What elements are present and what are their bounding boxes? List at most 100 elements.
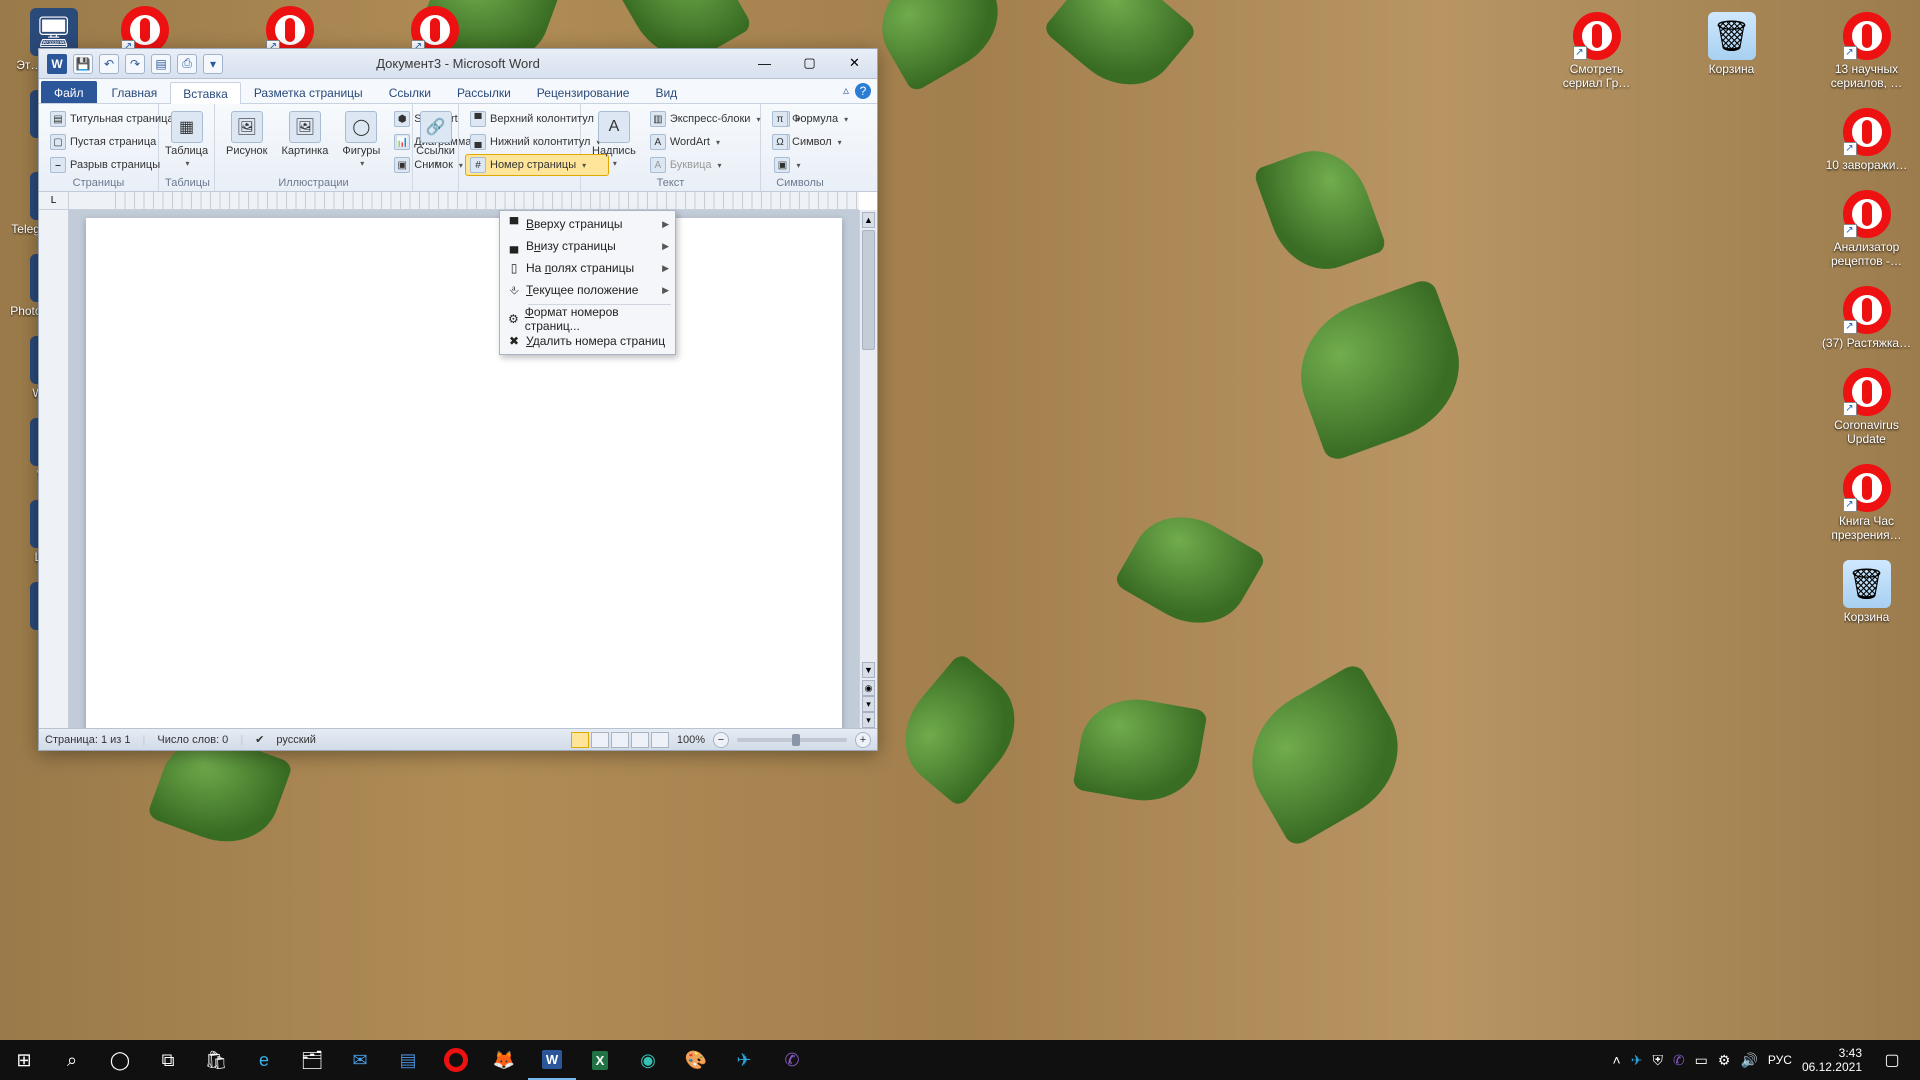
qat-new-button[interactable]: ▤ [151,54,171,74]
tab-review[interactable]: Рецензирование [524,81,643,103]
titlebar[interactable]: W 💾 ↶ ↷ ▤ ⎙ ▾ Документ3 - Microsoft Word… [39,49,877,79]
taskbar-word[interactable]: W [528,1040,576,1080]
prev-page-button[interactable]: ◉ [862,680,875,696]
task-view-button[interactable]: ⧉ [144,1040,192,1080]
tab-page-layout[interactable]: Разметка страницы [241,81,376,103]
close-button[interactable]: ✕ [832,49,877,77]
table-button[interactable]: ▦Таблица▾ [160,108,213,171]
qat-save-button[interactable]: 💾 [73,54,93,74]
tray-volume-icon[interactable]: 🔊 [1740,1052,1757,1069]
taskbar-mail[interactable]: ✉ [336,1040,384,1080]
desktop-icon-watch-serial[interactable]: ↗Смотреть сериал Гр… [1552,12,1642,90]
ruler-tab-selector[interactable]: L [39,192,69,210]
quickparts-button[interactable]: ▥Экспресс-блоки▾ [645,108,766,130]
desktop-icon-recycle-bin-2[interactable]: 🗑Корзина [1822,560,1912,624]
next-page-button[interactable]: ▾ [862,712,875,728]
taskbar-app1[interactable]: ▤ [384,1040,432,1080]
vertical-ruler[interactable] [39,210,69,728]
taskbar-telegram[interactable]: ✈ [720,1040,768,1080]
taskbar-store[interactable]: 🛍 [192,1040,240,1080]
zoom-level[interactable]: 100% [677,734,705,746]
tray-overflow-icon[interactable]: ˄ [1613,1052,1621,1068]
minimize-button[interactable]: — [742,49,787,77]
browse-object-button[interactable]: ▾ [862,696,875,712]
qat-undo-button[interactable]: ↶ [99,54,119,74]
view-draft[interactable] [651,732,669,748]
view-web-layout[interactable] [611,732,629,748]
menu-bottom-of-page[interactable]: ▄Внизу страницы▶ [502,235,673,257]
qat-print-button[interactable]: ⎙ [177,54,197,74]
horizontal-ruler[interactable] [69,192,859,210]
tab-home[interactable]: Главная [99,81,171,103]
tray-language[interactable]: РУС [1768,1053,1792,1067]
tab-references[interactable]: Ссылки [376,81,444,103]
zoom-slider[interactable] [737,738,847,742]
picture-button[interactable]: 🖼Рисунок [221,108,273,160]
quick-access-toolbar: W 💾 ↶ ↷ ▤ ⎙ ▾ [39,54,231,74]
taskbar-opera[interactable] [432,1040,480,1080]
tray-viber-icon[interactable]: ✆ [1673,1052,1685,1069]
tray-battery-icon[interactable]: ▭ [1695,1052,1708,1069]
desktop-icon-kniga[interactable]: ↗Книга Час презрения… [1822,464,1912,542]
scroll-up-button[interactable]: ▲ [862,212,875,228]
taskbar-ie[interactable]: e [240,1040,288,1080]
menu-page-margins[interactable]: ▯На полях страницы▶ [502,257,673,279]
qat-customize-button[interactable]: ▾ [203,54,223,74]
scroll-thumb[interactable] [862,230,875,350]
scroll-down-button[interactable]: ▼ [862,662,875,678]
tray-security-icon[interactable]: ⛨ [1652,1052,1663,1069]
tab-file[interactable]: Файл [41,81,97,103]
view-fullscreen-reading[interactable] [591,732,609,748]
document-viewport[interactable] [69,210,859,728]
help-button[interactable]: ? [855,83,871,99]
taskbar-paint[interactable]: 🎨 [672,1040,720,1080]
tab-insert[interactable]: Вставка [170,82,241,104]
textbox-button[interactable]: AНадпись▾ [587,108,641,171]
tray-network-icon[interactable]: ⚙ [1718,1052,1731,1069]
zoom-out-button[interactable]: − [713,732,729,748]
action-center-button[interactable]: ▢ [1872,1040,1912,1080]
taskbar-excel[interactable]: X [576,1040,624,1080]
symbol-button[interactable]: ΩСимвол▾ [767,131,853,153]
desktop-icon-recycle-bin[interactable]: 🗑Корзина [1687,12,1777,76]
view-print-layout[interactable] [571,732,589,748]
desktop-icon-13-sci[interactable]: ↗13 научных сериалов, … [1822,12,1912,90]
wordart-button[interactable]: AWordArt▾ [645,131,766,153]
search-button[interactable]: ⌕ [48,1040,96,1080]
menu-format-page-numbers[interactable]: ⚙Формат номеров страниц... [502,308,673,330]
tab-view[interactable]: Вид [642,81,690,103]
taskbar-edge[interactable]: ◉ [624,1040,672,1080]
group-label-headerfooter [465,189,574,191]
links-button[interactable]: 🔗Ссылки▾ [411,108,460,171]
status-page[interactable]: Страница: 1 из 1 [45,734,131,746]
status-language[interactable]: русский [276,734,315,746]
menu-top-of-page[interactable]: ▀Вверху страницы▶ [502,213,673,235]
qat-redo-button[interactable]: ↷ [125,54,145,74]
desktop-icon-10-zav[interactable]: ↗10 заворажи… [1822,108,1912,172]
tray-clock[interactable]: 3:43 06.12.2021 [1802,1046,1862,1074]
cortana-button[interactable]: ◯ [96,1040,144,1080]
vertical-scrollbar[interactable]: ▲ ▼ ◉ ▾ ▾ [859,210,877,728]
desktop-icon-corona[interactable]: ↗Coronavirus Update [1822,368,1912,446]
status-spellcheck-icon[interactable]: ✔ [255,733,264,746]
taskbar-viber[interactable]: ✆ [768,1040,816,1080]
clipart-button[interactable]: 🖼Картинка [277,108,334,160]
document-page[interactable] [86,218,842,728]
start-button[interactable]: ⊞ [0,1040,48,1080]
zoom-in-button[interactable]: + [855,732,871,748]
tray-telegram-icon[interactable]: ✈ [1631,1052,1643,1069]
desktop-icon-37-ras[interactable]: ↗(37) Растяжка… [1822,286,1912,350]
taskbar-explorer[interactable]: 🗂 [288,1040,336,1080]
status-word-count[interactable]: Число слов: 0 [157,734,228,746]
menu-remove-page-numbers[interactable]: ✖Удалить номера страниц [502,330,673,352]
view-outline[interactable] [631,732,649,748]
desktop-icon-analyzer[interactable]: ↗Анализатор рецептов -… [1822,190,1912,268]
equation-button[interactable]: πФормула▾ [767,108,853,130]
taskbar-firefox[interactable]: 🦊 [480,1040,528,1080]
minimize-ribbon-button[interactable]: ▵ [843,83,849,99]
dropcap-button[interactable]: AБуквица▾ [645,154,766,176]
menu-current-position[interactable]: ⎀Текущее положение▶ [502,279,673,301]
shapes-button[interactable]: ◯Фигуры▾ [337,108,385,171]
tab-mailings[interactable]: Рассылки [444,81,524,103]
maximize-button[interactable]: ▢ [787,49,832,77]
